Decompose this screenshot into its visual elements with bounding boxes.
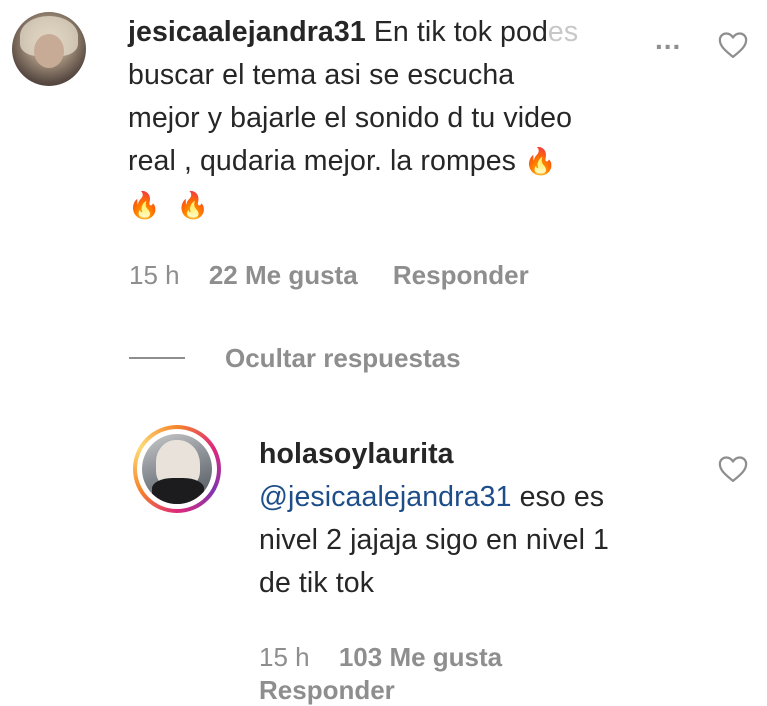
comment-text: jesicaalejandra31 En tik tok podes busca… — [128, 11, 688, 228]
heart-icon[interactable] — [718, 455, 748, 483]
heart-icon[interactable] — [718, 31, 748, 59]
hide-replies-toggle[interactable]: Ocultar respuestas — [129, 340, 461, 376]
reply-button[interactable]: Responder — [259, 675, 395, 705]
fire-icon: 🔥 — [524, 147, 557, 177]
comment-meta: 15 h 22 Me gusta Responder — [129, 260, 529, 291]
avatar-face — [34, 34, 64, 68]
reply-line-2: nivel 2 jajaja sigo en nivel 1 — [259, 524, 609, 556]
avatar[interactable] — [12, 12, 86, 86]
fire-icon: 🔥 — [128, 191, 161, 221]
fire-icon: 🔥 — [176, 191, 210, 221]
avatar-scarf — [152, 478, 204, 504]
reply-line-1: @jesicaalejandra31 eso es — [259, 476, 699, 519]
comment-time: 15 h — [129, 260, 180, 290]
comment-line-1: jesicaalejandra31 En tik tok podes — [128, 11, 688, 54]
reply-button[interactable]: Responder — [393, 260, 529, 290]
comment-line-4-text: real , qudaria mejor. la rompes — [128, 145, 517, 177]
comment-line-1-faded: es — [547, 16, 579, 48]
comment-line-4: real , qudaria mejor. la rompes 🔥 — [128, 140, 688, 184]
comment-line-1-text: En tik tok pod — [373, 16, 548, 48]
avatar[interactable] — [142, 434, 212, 504]
comment-line-3: mejor y bajarle el sonido d tu video — [128, 102, 573, 134]
comment-username[interactable]: jesicaalejandra31 — [128, 16, 366, 48]
comment-line-2: buscar el tema asi se escucha — [128, 59, 515, 91]
reply-mention[interactable]: @jesicaalejandra31 — [259, 481, 512, 513]
divider-line — [129, 357, 185, 359]
reply-line-1-rest: eso es — [511, 481, 605, 513]
reply-meta-row-2: Responder — [259, 675, 395, 706]
reply-line-3: de tik tok — [259, 567, 375, 599]
reply-time: 15 h — [259, 642, 310, 672]
comment-line-5: 🔥 🔥 — [128, 184, 688, 228]
reply-text: holasoylaurita @jesicaalejandra31 eso es… — [259, 433, 699, 605]
reply-meta: 15 h 103 Me gusta — [259, 642, 502, 673]
story-ring[interactable] — [133, 425, 221, 513]
reply-likes[interactable]: 103 Me gusta — [339, 642, 502, 672]
reply-username[interactable]: holasoylaurita — [259, 433, 699, 476]
more-text-ellipsis[interactable]: ... — [655, 24, 681, 56]
comment-likes[interactable]: 22 Me gusta — [209, 260, 358, 290]
hide-replies-label[interactable]: Ocultar respuestas — [225, 343, 461, 374]
